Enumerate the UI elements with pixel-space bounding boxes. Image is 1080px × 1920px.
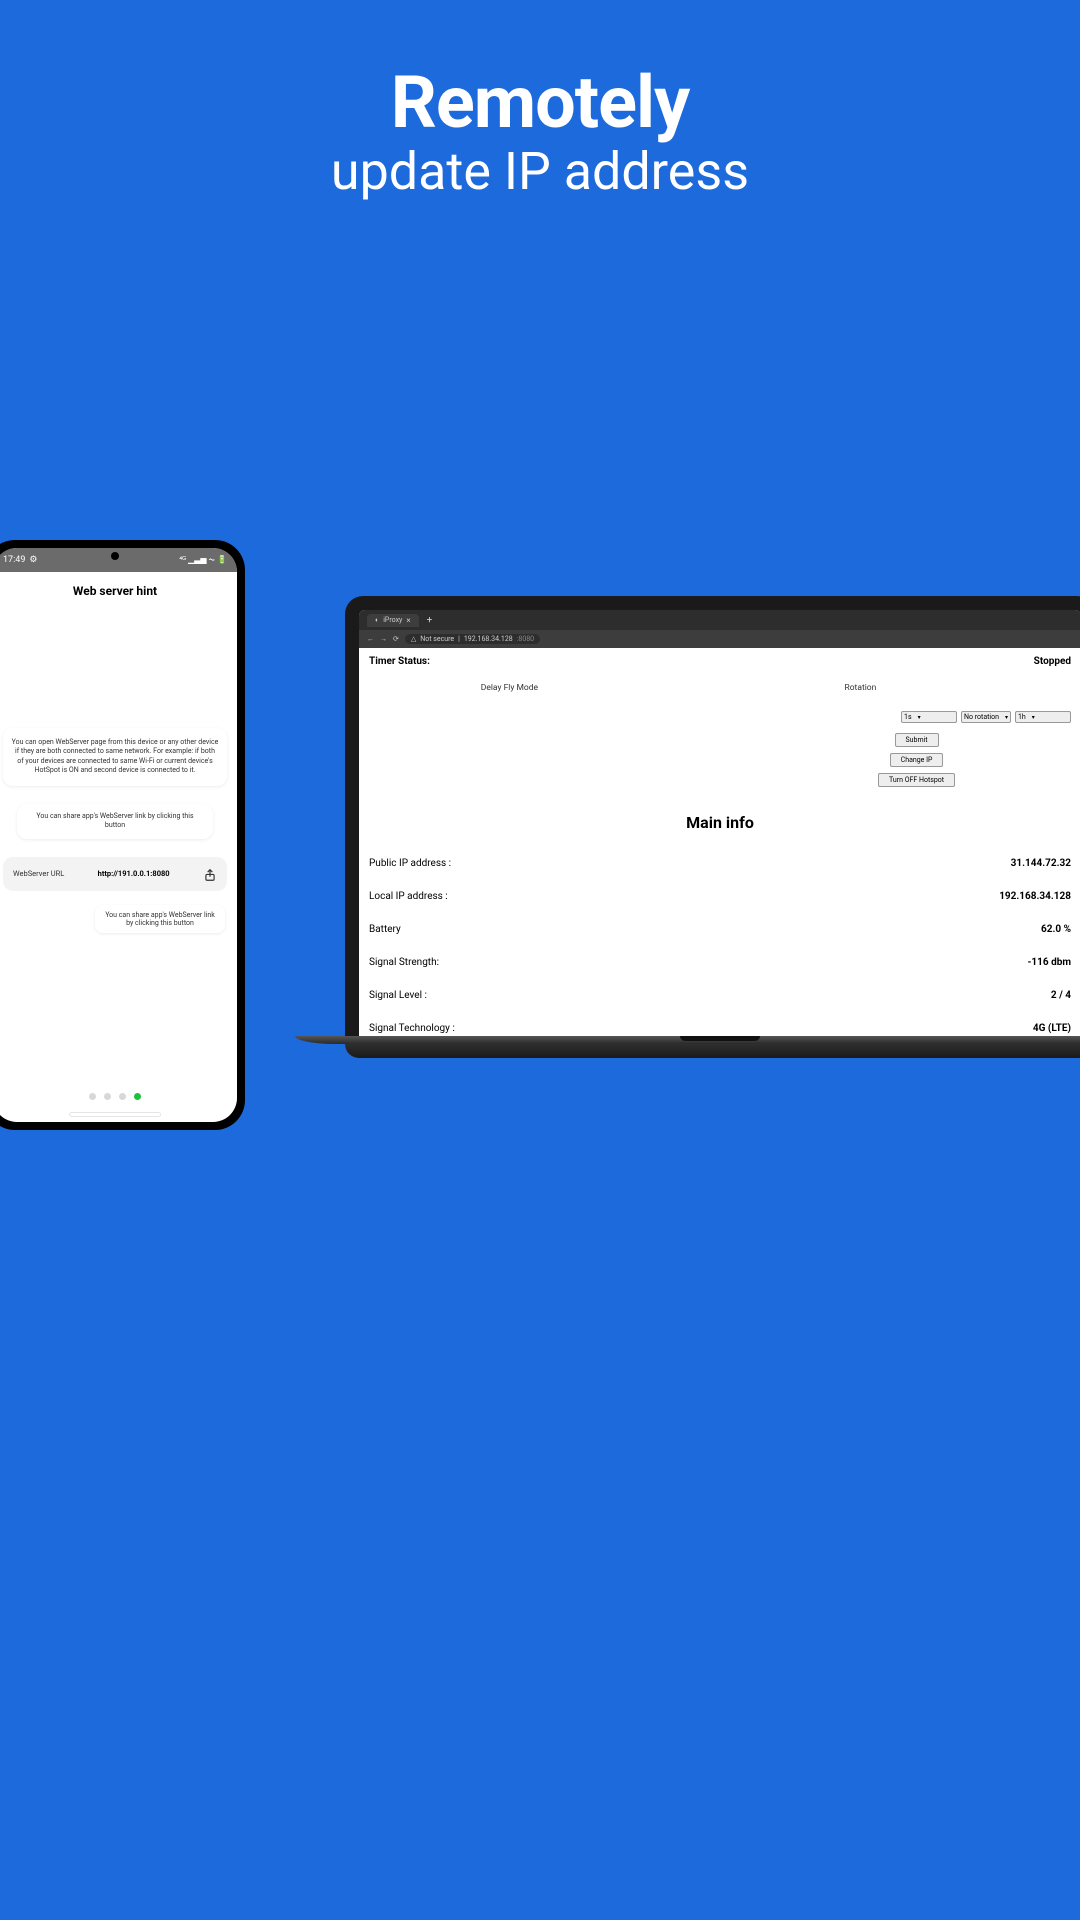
hint-card-1: You can open WebServer page from this de… [3,728,227,786]
promo-header: Remotely update IP address [0,0,1080,202]
page-indicator[interactable] [89,1093,141,1100]
promo-title: Remotely [0,60,1080,145]
hint-bubble-3: You can share app's WebServer link by cl… [95,905,225,933]
column-headers: Delay Fly Mode Rotation [369,683,1071,693]
browser-tab-title: iProxy [383,616,402,624]
timer-status-row: Timer Status: Stopped [369,656,1071,667]
back-icon[interactable]: ← [367,635,374,643]
not-secure-icon: △ [411,635,416,643]
timer-status-label: Timer Status: [369,656,430,667]
webpage-body: Timer Status: Stopped Delay Fly Mode Rot… [359,648,1080,1036]
info-value: -116 dbm [1027,957,1071,968]
browser-tab[interactable]: ◐ iProxy × [367,614,419,627]
info-label: Signal Technology : [369,1023,455,1034]
webserver-url-value: http://191.0.0.1:8080 [98,869,170,878]
laptop-screen: ◐ iProxy × + ← → ⟳ △ Not secure | 192.16… [359,610,1080,1036]
info-value: 31.144.72.32 [1011,858,1071,869]
info-rows: Public IP address : 31.144.72.32 Local IP … [369,858,1071,1034]
info-row: Public IP address : 31.144.72.32 [369,858,1071,869]
rotation-select[interactable]: No rotation [961,711,1011,723]
home-indicator[interactable] [70,1113,160,1116]
close-icon[interactable]: × [406,616,410,625]
info-row: Signal Level : 2 / 4 [369,990,1071,1001]
phone-screen: 17:49 ⚙ ⁴ᴳ ▁▃▅ ⏦ 🔋 Web server hint You c… [0,548,237,1122]
select-controls-row: 1s No rotation 1h [369,711,1071,723]
info-value: 192.168.34.128 [999,891,1071,902]
phone-content: Web server hint You can open WebServer p… [0,572,237,945]
phone-time: 17:49 [3,555,25,565]
phone-mockup: 17:49 ⚙ ⁴ᴳ ▁▃▅ ⏦ 🔋 Web server hint You c… [0,540,245,1130]
url-port: :8080 [517,635,534,643]
hint-text-2: You can share app's WebServer link by cl… [36,812,193,829]
tab-favicon-icon: ◐ [375,616,379,624]
laptop-notch [680,1036,760,1041]
timer-status-value: Stopped [1034,656,1071,667]
main-info-heading: Main info [369,813,1071,832]
interval-select[interactable]: 1h [1015,711,1071,723]
delay-header: Delay Fly Mode [369,683,650,693]
page-dot-4[interactable] [134,1093,141,1100]
phone-network-icons: ⁴ᴳ ▁▃▅ ⏦ 🔋 [179,555,227,565]
browser-url-bar: ← → ⟳ △ Not secure | 192.168.34.128:8080 [359,630,1080,648]
laptop-screen-frame: ◐ iProxy × + ← → ⟳ △ Not secure | 192.16… [345,596,1080,1036]
page-dot-2[interactable] [104,1093,111,1100]
new-tab-icon[interactable]: + [427,615,433,626]
change-ip-button[interactable]: Change IP [890,753,944,767]
info-label: Public IP address : [369,858,451,869]
webserver-url-row[interactable]: WebServer URL http://191.0.0.1:8080 [3,857,227,891]
submit-button[interactable]: Submit [895,733,939,747]
info-label: Signal Level : [369,990,427,1001]
button-column: Submit Change IP Turn OFF Hotspot [762,733,1071,787]
promo-subtitle: update IP address [0,141,1080,202]
info-value: 4G (LTE) [1033,1023,1071,1034]
info-value: 62.0 % [1041,924,1071,935]
reload-icon[interactable]: ⟳ [393,635,399,643]
info-row: Signal Technology : 4G (LTE) [369,1023,1071,1034]
info-label: Local IP address : [369,891,448,902]
hint-text-1: You can open WebServer page from this de… [12,738,219,774]
webserver-url-label: WebServer URL [13,869,64,878]
phone-page-title: Web server hint [0,584,231,598]
phone-camera-dot [111,552,119,560]
info-label: Signal Strength: [369,957,439,968]
laptop-base [345,1036,1080,1058]
forward-icon[interactable]: → [380,635,387,643]
phone-status-bar: 17:49 ⚙ ⁴ᴳ ▁▃▅ ⏦ 🔋 [0,548,237,572]
url-host: 192.168.34.128 [464,635,513,643]
info-row: Local IP address : 192.168.34.128 [369,891,1071,902]
info-row: Battery 62.0 % [369,924,1071,935]
browser-tab-bar: ◐ iProxy × + [359,610,1080,630]
not-secure-label: Not secure [420,635,454,643]
info-label: Battery [369,924,401,935]
laptop-mockup: ◐ iProxy × + ← → ⟳ △ Not secure | 192.16… [345,596,1080,1058]
hint-card-2: You can share app's WebServer link by cl… [17,804,213,839]
page-dot-1[interactable] [89,1093,96,1100]
hint-text-3: You can share app's WebServer link by cl… [105,911,215,927]
address-bar[interactable]: △ Not secure | 192.168.34.128:8080 [405,634,540,644]
delay-select[interactable]: 1s [901,711,957,723]
info-value: 2 / 4 [1051,990,1071,1001]
share-icon[interactable] [203,867,217,881]
phone-status-icon: ⚙ [29,555,37,565]
info-row: Signal Strength: -116 dbm [369,957,1071,968]
turn-off-hotspot-button[interactable]: Turn OFF Hotspot [878,773,955,787]
rotation-header: Rotation [650,683,1071,693]
page-dot-3[interactable] [119,1093,126,1100]
